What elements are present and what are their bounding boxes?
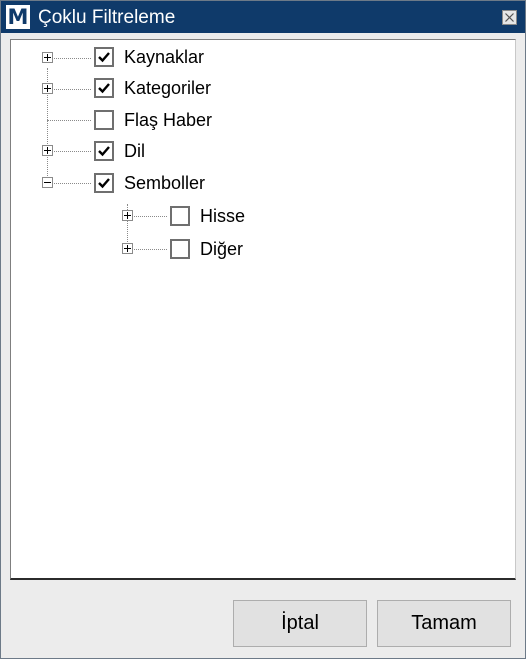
plus-icon: [44, 54, 51, 61]
expand-toggle-kategoriler[interactable]: [42, 83, 53, 94]
tree-label-diger: Diğer: [200, 239, 244, 259]
close-button[interactable]: [502, 10, 517, 25]
tree-label-hisse: Hisse: [200, 206, 246, 226]
plus-icon: [124, 245, 131, 252]
filter-tree[interactable]: Kaynaklar Kategoriler Flaş Haber Dil Sem…: [10, 39, 516, 580]
tree-label-kaynaklar: Kaynaklar: [124, 47, 205, 67]
tree-label-semboller: Semboller: [124, 173, 206, 193]
app-logo-icon: M: [6, 5, 30, 29]
tree-connector: [134, 249, 167, 250]
minus-icon: [44, 182, 51, 183]
checkmark-icon: [98, 178, 110, 189]
checkbox-kaynaklar[interactable]: [94, 47, 114, 67]
checkmark-icon: [98, 83, 110, 94]
close-icon: [505, 13, 514, 22]
tree-connector: [134, 216, 167, 217]
collapse-toggle-semboller[interactable]: [42, 177, 53, 188]
checkbox-hisse[interactable]: [170, 206, 190, 226]
tree-connector: [54, 89, 91, 90]
checkbox-flas-haber[interactable]: [94, 110, 114, 130]
checkbox-semboller[interactable]: [94, 173, 114, 193]
expand-toggle-kaynaklar[interactable]: [42, 52, 53, 63]
plus-icon: [44, 147, 51, 154]
tree-connector: [54, 151, 91, 152]
checkbox-dil[interactable]: [94, 141, 114, 161]
tree-label-dil: Dil: [124, 141, 145, 161]
plus-icon: [44, 85, 51, 92]
dialog-window: M Çoklu Filtreleme Kaynaklar Kategoriler…: [0, 0, 526, 659]
tree-connector: [54, 58, 91, 59]
checkbox-kategoriler[interactable]: [94, 78, 114, 98]
expand-toggle-diger[interactable]: [122, 243, 133, 254]
ok-button[interactable]: Tamam: [377, 600, 511, 647]
cancel-button[interactable]: İptal: [233, 600, 367, 647]
checkmark-icon: [98, 52, 110, 63]
tree-label-kategoriler: Kategoriler: [124, 78, 212, 98]
plus-icon: [124, 212, 131, 219]
expand-toggle-dil[interactable]: [42, 145, 53, 156]
window-title: Çoklu Filtreleme: [38, 7, 176, 28]
checkmark-icon: [98, 146, 110, 157]
tree-connector: [54, 183, 91, 184]
tree-label-flas-haber: Flaş Haber: [124, 110, 213, 130]
tree-connector: [47, 120, 91, 121]
expand-toggle-hisse[interactable]: [122, 210, 133, 221]
checkbox-diger[interactable]: [170, 239, 190, 259]
title-bar[interactable]: M Çoklu Filtreleme: [1, 1, 525, 33]
